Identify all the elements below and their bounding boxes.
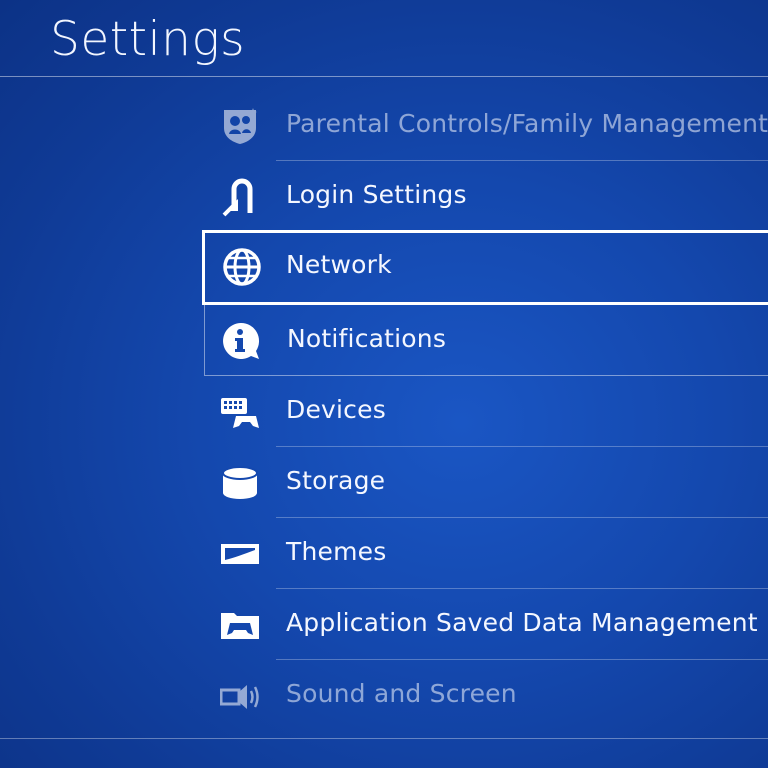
menu-item-parental-controls[interactable]: Parental Controls/Family Management [204, 90, 768, 161]
menu-item-devices[interactable]: Devices [204, 376, 768, 447]
menu-item-saved-data[interactable]: Application Saved Data Management [204, 589, 768, 660]
speaker-icon [220, 676, 260, 716]
menu-item-label: Login Settings [286, 180, 467, 209]
menu-item-label: Notifications [287, 324, 447, 353]
menu-item-label: Storage [286, 466, 386, 495]
keyboard-controller-icon [220, 392, 260, 432]
theme-icon [220, 534, 260, 574]
menu-item-themes[interactable]: Themes [204, 518, 768, 589]
menu-item-network[interactable]: Network [202, 230, 768, 305]
settings-menu: Parental Controls/Family Management Logi… [0, 0, 768, 768]
info-bubble-icon [221, 321, 261, 361]
menu-item-label: Application Saved Data Management [286, 608, 758, 637]
parental-controls-icon [220, 106, 260, 146]
menu-item-notifications[interactable]: Notifications [204, 305, 768, 376]
menu-item-sound-and-screen[interactable]: Sound and Screen [204, 660, 768, 731]
storage-cylinder-icon [220, 463, 260, 503]
menu-item-label: Parental Controls/Family Management [286, 109, 768, 138]
footer-divider [0, 738, 768, 739]
menu-item-label: Network [286, 250, 392, 279]
globe-icon [222, 247, 262, 287]
menu-item-label: Devices [286, 395, 386, 424]
menu-item-storage[interactable]: Storage [204, 447, 768, 518]
saved-data-folder-icon [220, 605, 260, 645]
menu-item-login-settings[interactable]: Login Settings [204, 161, 768, 232]
menu-item-label: Sound and Screen [286, 679, 517, 708]
menu-item-label: Themes [286, 537, 387, 566]
login-icon [220, 177, 260, 217]
